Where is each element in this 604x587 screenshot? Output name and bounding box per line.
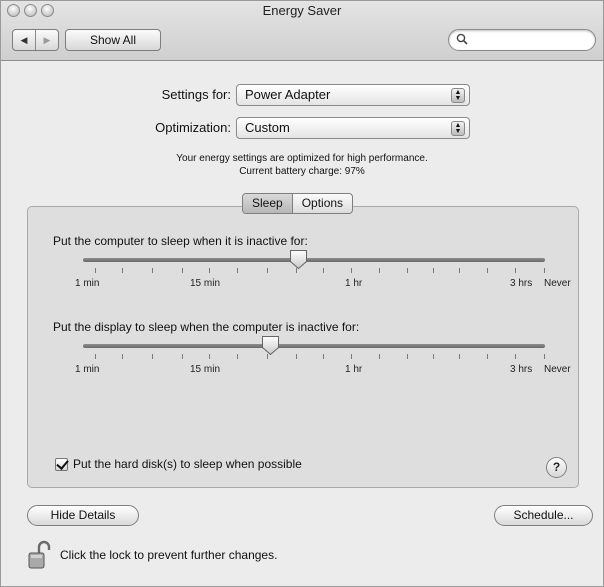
slider-tick bbox=[182, 354, 183, 359]
slider-tick bbox=[296, 354, 297, 359]
slider-tick bbox=[95, 268, 96, 273]
slider-tick bbox=[152, 268, 153, 273]
energy-saver-window: Energy Saver ◀ ▶ Show All Settings for: … bbox=[0, 0, 604, 587]
scale-label: 3 hrs bbox=[510, 278, 533, 289]
unlocked-padlock-icon[interactable] bbox=[28, 540, 52, 570]
slider-tick bbox=[379, 268, 380, 273]
slider-tick bbox=[544, 354, 545, 359]
scale-label: 1 hr bbox=[345, 364, 363, 375]
slider-tick bbox=[487, 354, 488, 359]
slider-tick bbox=[237, 354, 238, 359]
schedule-button[interactable]: Schedule... bbox=[494, 505, 593, 526]
tab-options[interactable]: Options bbox=[293, 194, 352, 213]
slider-tick bbox=[351, 354, 352, 359]
slider-tick bbox=[182, 268, 183, 273]
display-sleep-slider-track[interactable] bbox=[83, 344, 545, 348]
slider-tick bbox=[407, 354, 408, 359]
slider-tick bbox=[237, 268, 238, 273]
slider-tick bbox=[379, 354, 380, 359]
popup-arrows-icon: ▲ ▼ bbox=[451, 88, 465, 103]
scale-label: 15 min bbox=[190, 278, 221, 289]
slider-tick bbox=[267, 354, 268, 359]
lock-row: Click the lock to prevent further change… bbox=[28, 540, 277, 570]
slider-tick bbox=[267, 268, 268, 273]
back-forward-control: ◀ ▶ bbox=[12, 29, 59, 51]
forward-button[interactable]: ▶ bbox=[35, 30, 58, 50]
scale-label: Never bbox=[544, 364, 571, 375]
back-arrow-icon: ◀ bbox=[20, 34, 28, 45]
scale-label: 3 hrs bbox=[510, 364, 533, 375]
slider-tick bbox=[296, 268, 297, 273]
slider-tick bbox=[95, 354, 96, 359]
settings-for-value: Power Adapter bbox=[245, 87, 331, 102]
slider-tick bbox=[323, 268, 324, 273]
slider-tick bbox=[459, 354, 460, 359]
slider-tick bbox=[323, 354, 324, 359]
window-title: Energy Saver bbox=[262, 3, 342, 18]
scale-label: 1 hr bbox=[345, 278, 363, 289]
computer-sleep-label: Put the computer to sleep when it is ina… bbox=[53, 234, 308, 248]
slider-tick bbox=[122, 268, 123, 273]
lock-message: Click the lock to prevent further change… bbox=[60, 548, 278, 562]
back-button[interactable]: ◀ bbox=[13, 30, 35, 50]
slider-tick bbox=[209, 268, 210, 273]
slider-tick bbox=[122, 354, 123, 359]
hard-disk-sleep-checkbox[interactable] bbox=[55, 457, 68, 471]
window-toolbar: Energy Saver ◀ ▶ Show All bbox=[1, 1, 603, 61]
tab-sleep[interactable]: Sleep bbox=[243, 194, 293, 213]
slider-tick bbox=[209, 354, 210, 359]
scale-label: 15 min bbox=[190, 364, 221, 375]
slider-tick bbox=[515, 354, 516, 359]
scale-label: Never bbox=[544, 278, 571, 289]
slider-tick bbox=[459, 268, 460, 273]
forward-arrow-icon: ▶ bbox=[43, 34, 51, 45]
show-all-button[interactable]: Show All bbox=[65, 29, 161, 51]
optimization-label: Optimization: bbox=[155, 120, 231, 135]
optimization-value: Custom bbox=[245, 120, 290, 135]
scale-label: 1 min bbox=[75, 278, 100, 289]
tab-control: Sleep Options bbox=[242, 193, 354, 214]
optimization-info: Your energy settings are optimized for h… bbox=[176, 153, 428, 164]
popup-arrows-icon: ▲ ▼ bbox=[451, 121, 465, 136]
hard-disk-sleep-label: Put the hard disk(s) to sleep when possi… bbox=[73, 457, 302, 471]
display-sleep-label: Put the display to sleep when the comput… bbox=[53, 320, 360, 334]
search-input[interactable] bbox=[471, 32, 589, 48]
slider-tick bbox=[515, 268, 516, 273]
settings-for-popup[interactable]: Power Adapter ▲ ▼ bbox=[236, 84, 470, 106]
scale-label: 1 min bbox=[75, 364, 100, 375]
settings-for-label: Settings for: bbox=[161, 87, 231, 102]
slider-tick bbox=[544, 268, 545, 273]
computer-sleep-slider-track[interactable] bbox=[83, 258, 545, 262]
slider-tick bbox=[351, 268, 352, 273]
search-field[interactable] bbox=[448, 29, 596, 51]
slider-tick bbox=[407, 268, 408, 273]
slider-tick bbox=[433, 354, 434, 359]
battery-charge-info: Current battery charge: 97% bbox=[239, 166, 365, 177]
help-button[interactable]: ? bbox=[546, 457, 567, 478]
slider-tick bbox=[152, 354, 153, 359]
hard-disk-sleep-option[interactable]: Put the hard disk(s) to sleep when possi… bbox=[55, 457, 302, 471]
magnifier-icon bbox=[456, 33, 468, 45]
hide-details-button[interactable]: Hide Details bbox=[27, 505, 139, 526]
slider-tick bbox=[433, 268, 434, 273]
slider-tick bbox=[487, 268, 488, 273]
optimization-popup[interactable]: Custom ▲ ▼ bbox=[236, 117, 470, 139]
